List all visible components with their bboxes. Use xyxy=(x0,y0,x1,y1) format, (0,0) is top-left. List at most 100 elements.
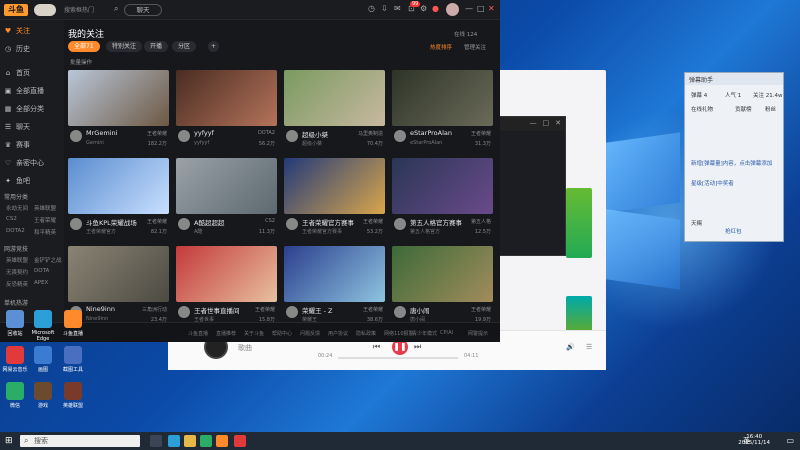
avatar[interactable] xyxy=(394,306,406,318)
next-button[interactable]: ⏭ xyxy=(414,342,421,352)
footer-link[interactable]: 隐私政策 xyxy=(356,330,376,337)
stream-thumbnail[interactable] xyxy=(284,246,385,302)
manage-link[interactable]: 管理关注 xyxy=(464,43,486,51)
record-icon[interactable]: ● xyxy=(432,4,439,13)
explorer-icon[interactable] xyxy=(184,435,196,447)
desktop-icon[interactable]: 斗鱼直播 xyxy=(60,310,86,337)
sidebar-item-fishbar[interactable]: ✦ 鱼吧 xyxy=(0,172,64,190)
sidebar-item-home[interactable]: ⌂ 首页 xyxy=(0,64,64,82)
stream-thumbnail[interactable] xyxy=(176,158,277,214)
game-tag[interactable]: 王者荣耀 xyxy=(363,218,383,225)
game-tag[interactable]: 王者荣耀 xyxy=(471,130,491,137)
tab-live[interactable]: 开播 xyxy=(144,41,169,52)
maximize-icon[interactable]: □ xyxy=(543,119,550,129)
stream-card[interactable]: 斗鱼KPL荣耀战场 王者荣耀 王者荣耀官方 82.1万 xyxy=(68,158,169,240)
avatar[interactable] xyxy=(394,218,406,230)
footer-link[interactable]: 用户协议 xyxy=(328,330,348,337)
footer-link[interactable]: 直播推荐 xyxy=(216,330,236,337)
anchor-name[interactable]: 王者荣耀官方赛事 xyxy=(302,217,354,227)
anchor-name[interactable]: 超级小桀 xyxy=(302,129,328,139)
game-tag[interactable]: CS2 xyxy=(265,218,275,224)
tab-fans[interactable]: 粉丝 xyxy=(765,105,776,113)
anchor-name[interactable]: yyfyyf xyxy=(194,129,214,137)
anchor-name[interactable]: A酷超超超 xyxy=(194,217,224,227)
anchor-name[interactable]: eStarProAlan xyxy=(410,129,452,137)
stream-card[interactable]: A酷超超超 CS2 A酷 11.3万 xyxy=(176,158,277,240)
desktop-icon[interactable]: 英雄联盟 xyxy=(60,382,86,409)
footer-link[interactable]: 网络110报警 xyxy=(384,330,414,337)
game-tag[interactable]: 王者荣耀 xyxy=(147,218,167,225)
tab-category[interactable]: 分区 xyxy=(172,41,197,52)
stream-card[interactable]: yyfyyf DOTA2 yyfyyf 56.2万 xyxy=(176,70,277,152)
message-icon[interactable]: ✉ xyxy=(394,4,401,13)
footer-link[interactable]: 网警提示 xyxy=(468,330,488,337)
stream-card[interactable]: 第五人格官方赛事 第五人格 第五人格官方 12.5万 xyxy=(392,158,493,240)
progress-bar[interactable] xyxy=(338,357,458,359)
anchor-name[interactable]: 唐小闹 xyxy=(410,305,430,315)
stream-thumbnail[interactable] xyxy=(68,70,169,126)
sidebar-item-chat[interactable]: ☰ 聊天 xyxy=(0,118,64,136)
wechat-icon[interactable] xyxy=(200,435,212,447)
category-link[interactable]: 反恐精英 xyxy=(6,280,28,288)
stream-card[interactable]: 王者世事直播间 王者荣耀 王者世事 15.8万 xyxy=(176,246,277,328)
sidebar-item-events[interactable]: ♛ 赛事 xyxy=(0,136,64,154)
avatar[interactable] xyxy=(446,3,459,16)
sidebar-item-all-live[interactable]: ▣ 全部直播 xyxy=(0,82,64,100)
category-link[interactable]: 无畏契约 xyxy=(6,268,28,276)
stream-thumbnail[interactable] xyxy=(284,70,385,126)
avatar[interactable] xyxy=(178,306,190,318)
category-link[interactable]: DOTA2 xyxy=(6,228,25,234)
stream-thumbnail[interactable] xyxy=(176,70,277,126)
search-input[interactable]: 搜索框热门 xyxy=(64,5,114,16)
douyu-logo[interactable]: 斗鱼 xyxy=(4,4,28,16)
sidebar-item-categories[interactable]: ▦ 全部分类 xyxy=(0,100,64,118)
netease-music-icon[interactable] xyxy=(234,435,246,447)
game-tag[interactable]: 王者荣耀 xyxy=(255,306,275,313)
stream-card[interactable]: 王者荣耀官方赛事 王者荣耀 王者荣耀官方赛事 53.2万 xyxy=(284,158,385,240)
edge-icon[interactable] xyxy=(168,435,180,447)
chat-tab-button[interactable]: 聊天 xyxy=(124,4,162,16)
desktop-icon[interactable]: 微信 xyxy=(2,382,28,409)
anchor-name[interactable]: 王者世事直播间 xyxy=(194,305,240,315)
stream-card[interactable]: 荣耀王 - Z 王者荣耀 荣耀王 38.6万 xyxy=(284,246,385,328)
music-thumbnail[interactable] xyxy=(566,188,592,258)
anchor-name[interactable]: 斗鱼KPL荣耀战场 xyxy=(86,217,137,227)
category-link[interactable]: 王者荣耀 xyxy=(34,216,56,224)
category-link[interactable]: 金铲铲之战 xyxy=(34,256,62,264)
settings-icon[interactable]: ⚙ xyxy=(420,4,427,13)
sort-link[interactable]: 热度排序 xyxy=(430,43,452,51)
sidebar-item-follow[interactable]: ♥ 关注 xyxy=(0,22,64,40)
tab-add[interactable]: + xyxy=(208,41,220,52)
avatar[interactable] xyxy=(286,130,298,142)
game-tag[interactable]: 三角洲行动 xyxy=(142,306,167,313)
desktop-icon[interactable]: 游戏 xyxy=(30,382,56,409)
volume-icon[interactable]: 🔊 xyxy=(566,343,575,351)
game-tag[interactable]: 王者荣耀 xyxy=(471,306,491,313)
footer-link[interactable]: 问题反馈 xyxy=(300,330,320,337)
minimize-icon[interactable]: — xyxy=(465,4,473,13)
game-tag[interactable]: 马里奥制造 xyxy=(358,130,383,137)
category-link[interactable]: 英雄联盟 xyxy=(34,204,56,212)
avatar[interactable] xyxy=(70,130,82,142)
footer-link[interactable]: 青少年模式 xyxy=(412,330,437,337)
douyu-icon[interactable] xyxy=(216,435,228,447)
anchor-name[interactable]: 荣耀王 - Z xyxy=(302,305,332,315)
avatar[interactable] xyxy=(286,218,298,230)
category-link[interactable]: 永劫无间 xyxy=(6,204,28,212)
taskbar-search[interactable]: 搜索 xyxy=(20,435,140,447)
footer-link[interactable]: CP/AI xyxy=(440,330,453,336)
tab-rank[interactable]: 贡献榜 xyxy=(735,105,752,113)
desktop-icon[interactable]: 回收站 xyxy=(2,310,28,337)
search-icon[interactable]: ⌕ xyxy=(114,4,118,14)
stream-thumbnail[interactable] xyxy=(68,246,169,302)
desktop-icon[interactable]: Microsoft Edge xyxy=(30,310,56,342)
playlist-icon[interactable]: ☰ xyxy=(586,343,592,351)
category-link[interactable]: DOTA xyxy=(34,268,49,274)
anchor-name[interactable]: MrGemini xyxy=(86,129,117,137)
anchor-name[interactable]: 第五人格官方赛事 xyxy=(410,217,462,227)
batch-action[interactable]: 批量操作 xyxy=(70,58,92,66)
footer-link[interactable]: 帮助中心 xyxy=(272,330,292,337)
task-view-icon[interactable] xyxy=(150,435,162,447)
close-icon[interactable]: ✕ xyxy=(555,119,561,129)
stream-thumbnail[interactable] xyxy=(284,158,385,214)
